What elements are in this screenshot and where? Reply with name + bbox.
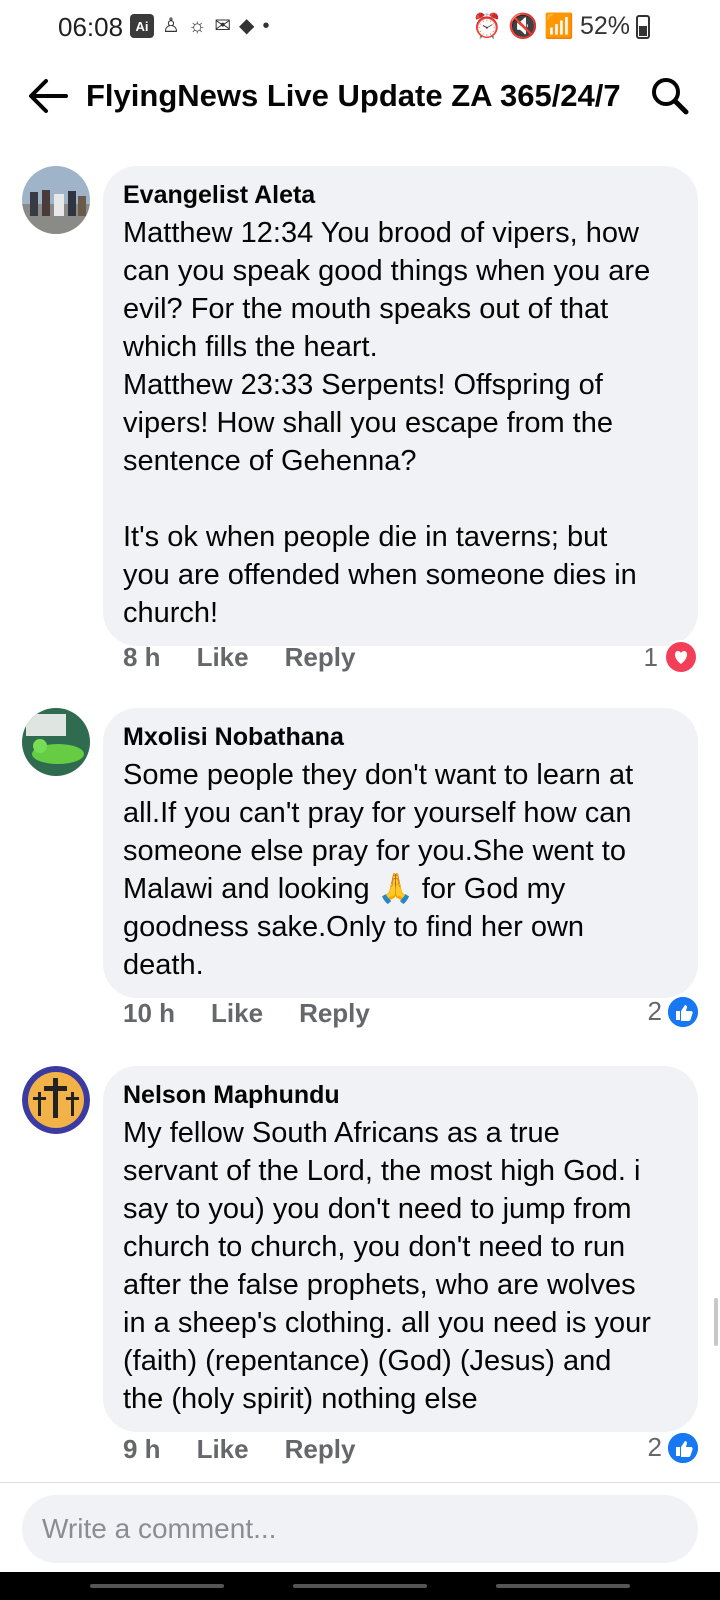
avatar-cross-icon: [22, 1066, 90, 1134]
page-title: FlyingNews Live Update ZA 365/24/7: [86, 78, 621, 113]
comment-composer: [0, 1482, 720, 1573]
comment-bubble[interactable]: Evangelist Aleta Matthew 12:34 You brood…: [103, 166, 698, 646]
status-time: 06:08: [58, 12, 124, 42]
alarm-icon: ⏰: [472, 13, 503, 40]
reply-button[interactable]: Reply: [285, 642, 356, 673]
avatar[interactable]: [22, 708, 90, 776]
nav-recents-handle[interactable]: [90, 1584, 224, 1588]
gmail-icon: ✉: [214, 15, 232, 37]
reaction-summary[interactable]: 2: [648, 1432, 698, 1463]
avatar[interactable]: [22, 166, 90, 234]
back-button[interactable]: [26, 76, 70, 116]
comment-text: My fellow South Africans as a true serva…: [123, 1117, 651, 1415]
app-icon: ◆: [239, 15, 255, 37]
comment-actions: 8 h Like Reply: [123, 642, 355, 673]
reaction-count: 1: [643, 641, 658, 672]
reply-button[interactable]: Reply: [285, 1434, 356, 1465]
comment-author[interactable]: Evangelist Aleta: [123, 180, 678, 210]
heart-icon: [664, 640, 698, 674]
reaction-count: 2: [647, 996, 662, 1026]
comment-time[interactable]: 9 h: [123, 1434, 161, 1465]
weather-icon: ☼: [187, 15, 207, 37]
comment-bubble[interactable]: Nelson Maphundu My fellow South Africans…: [103, 1066, 698, 1432]
reaction-summary[interactable]: 1: [644, 640, 698, 674]
status-bar: 06:08 Ai ♙ ☼ ✉ ◆ • ⏰ 🔇 📶 52%: [0, 0, 720, 56]
nav-home-handle[interactable]: [293, 1584, 427, 1588]
ai-badge-icon: Ai: [130, 14, 154, 38]
notification-icons: Ai ♙ ☼ ✉ ◆ •: [130, 14, 269, 38]
search-icon: [652, 78, 689, 115]
comments-feed[interactable]: Evangelist Aleta Matthew 12:34 You brood…: [0, 136, 720, 1482]
comment-text: Some people they don't want to learn at …: [123, 759, 634, 981]
like-button[interactable]: Like: [197, 1434, 249, 1465]
comment-text: Matthew 12:34 You brood of vipers, how c…: [123, 217, 651, 629]
comment-input[interactable]: [22, 1495, 698, 1563]
comment-author[interactable]: Nelson Maphundu: [123, 1080, 678, 1110]
reaction-count: 2: [647, 1432, 662, 1462]
thumbs-up-icon: [668, 1432, 698, 1463]
comment-actions: 9 h Like Reply: [123, 1434, 355, 1465]
like-button[interactable]: Like: [197, 642, 249, 673]
avatar[interactable]: [22, 1066, 90, 1134]
battery-percent: 52%: [579, 12, 630, 40]
wifi-icon: 📶: [544, 13, 574, 40]
nav-back-handle[interactable]: [496, 1584, 630, 1588]
scrollbar-thumb[interactable]: [714, 1298, 718, 1346]
reply-button[interactable]: Reply: [299, 998, 370, 1029]
battery-icon: [636, 14, 650, 39]
arrow-left-icon: [29, 79, 68, 113]
app-notification-icon: ♙: [162, 15, 180, 37]
avatar-photo-icon: [22, 708, 90, 776]
reaction-summary[interactable]: 2: [648, 996, 698, 1027]
like-button[interactable]: Like: [211, 998, 263, 1029]
app-header: FlyingNews Live Update ZA 365/24/7: [0, 56, 720, 136]
avatar-photo-icon: [22, 166, 90, 234]
thumbs-up-icon: [668, 996, 698, 1027]
comment-author[interactable]: Mxolisi Nobathana: [123, 722, 678, 752]
system-navigation-bar: [0, 1572, 720, 1600]
comment-time[interactable]: 8 h: [123, 642, 161, 673]
search-button[interactable]: [650, 76, 690, 116]
mute-icon: 🔇: [508, 13, 539, 40]
system-icons: ⏰ 🔇 📶 52%: [472, 12, 650, 41]
comment-actions: 10 h Like Reply: [123, 998, 370, 1029]
more-notifications-icon: •: [262, 15, 270, 37]
comment-bubble[interactable]: Mxolisi Nobathana Some people they don't…: [103, 708, 698, 998]
comment-time[interactable]: 10 h: [123, 998, 175, 1029]
